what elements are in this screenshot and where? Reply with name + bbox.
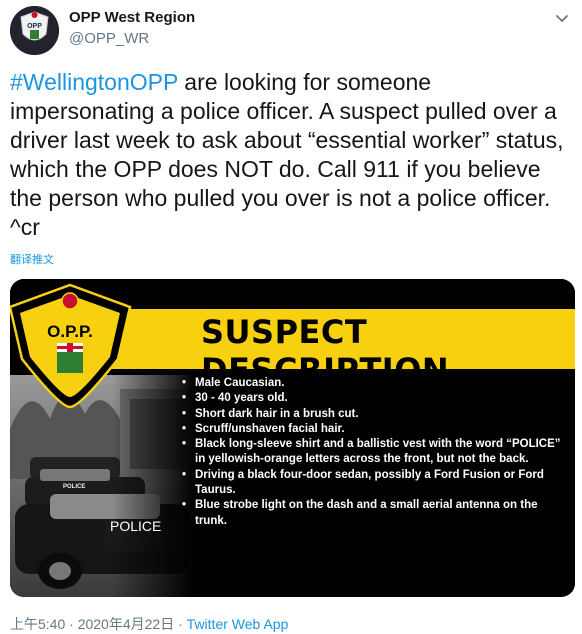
display-name[interactable]: OPP West Region [69,9,195,26]
source-app-link[interactable]: Twitter Web App [187,616,289,632]
police-cars-photo [10,375,195,597]
bullet-item: Black long-sleeve shirt and a ballistic … [182,437,562,468]
bullet-item: Short dark hair in a brush cut. [182,407,562,423]
translate-tweet-link[interactable]: 翻译推文 [10,251,54,267]
chevron-down-icon[interactable] [552,8,572,28]
separator: · [65,616,78,632]
car-label-large: POLICE [110,518,161,534]
suspect-bullets: Male Caucasian. 30 - 40 years old. Short… [182,376,562,529]
logo-text: O.P.P. [47,322,93,341]
opp-badge-icon: OPP [10,6,59,55]
car-label-small: POLICE [63,484,85,490]
tweet-image[interactable]: POLICE POLICE O.P.P. SUSPECT DESCRIPTION… [10,279,575,597]
bullet-item: Scruff/unshaven facial hair. [182,422,562,438]
tweet-text: #WellingtonOPP are looking for someone i… [10,68,575,242]
avatar-text: OPP [27,23,42,30]
tweet-time[interactable]: 上午5:40 [10,616,65,632]
tweet-meta: 上午5:40 · 2020年4月22日 · Twitter Web App [10,614,288,634]
separator: · [174,616,187,632]
user-handle[interactable]: @OPP_WR [69,30,149,47]
bullet-item: Blue strobe light on the dash and a smal… [182,498,562,529]
bullet-item: Male Caucasian. [182,376,562,392]
hashtag-link[interactable]: #WellingtonOPP [10,69,178,95]
bullet-item: Driving a black four-door sedan, possibl… [182,468,562,499]
tweet-date[interactable]: 2020年4月22日 [78,616,175,632]
avatar[interactable]: OPP [10,6,59,55]
bullet-item: 30 - 40 years old. [182,391,562,407]
